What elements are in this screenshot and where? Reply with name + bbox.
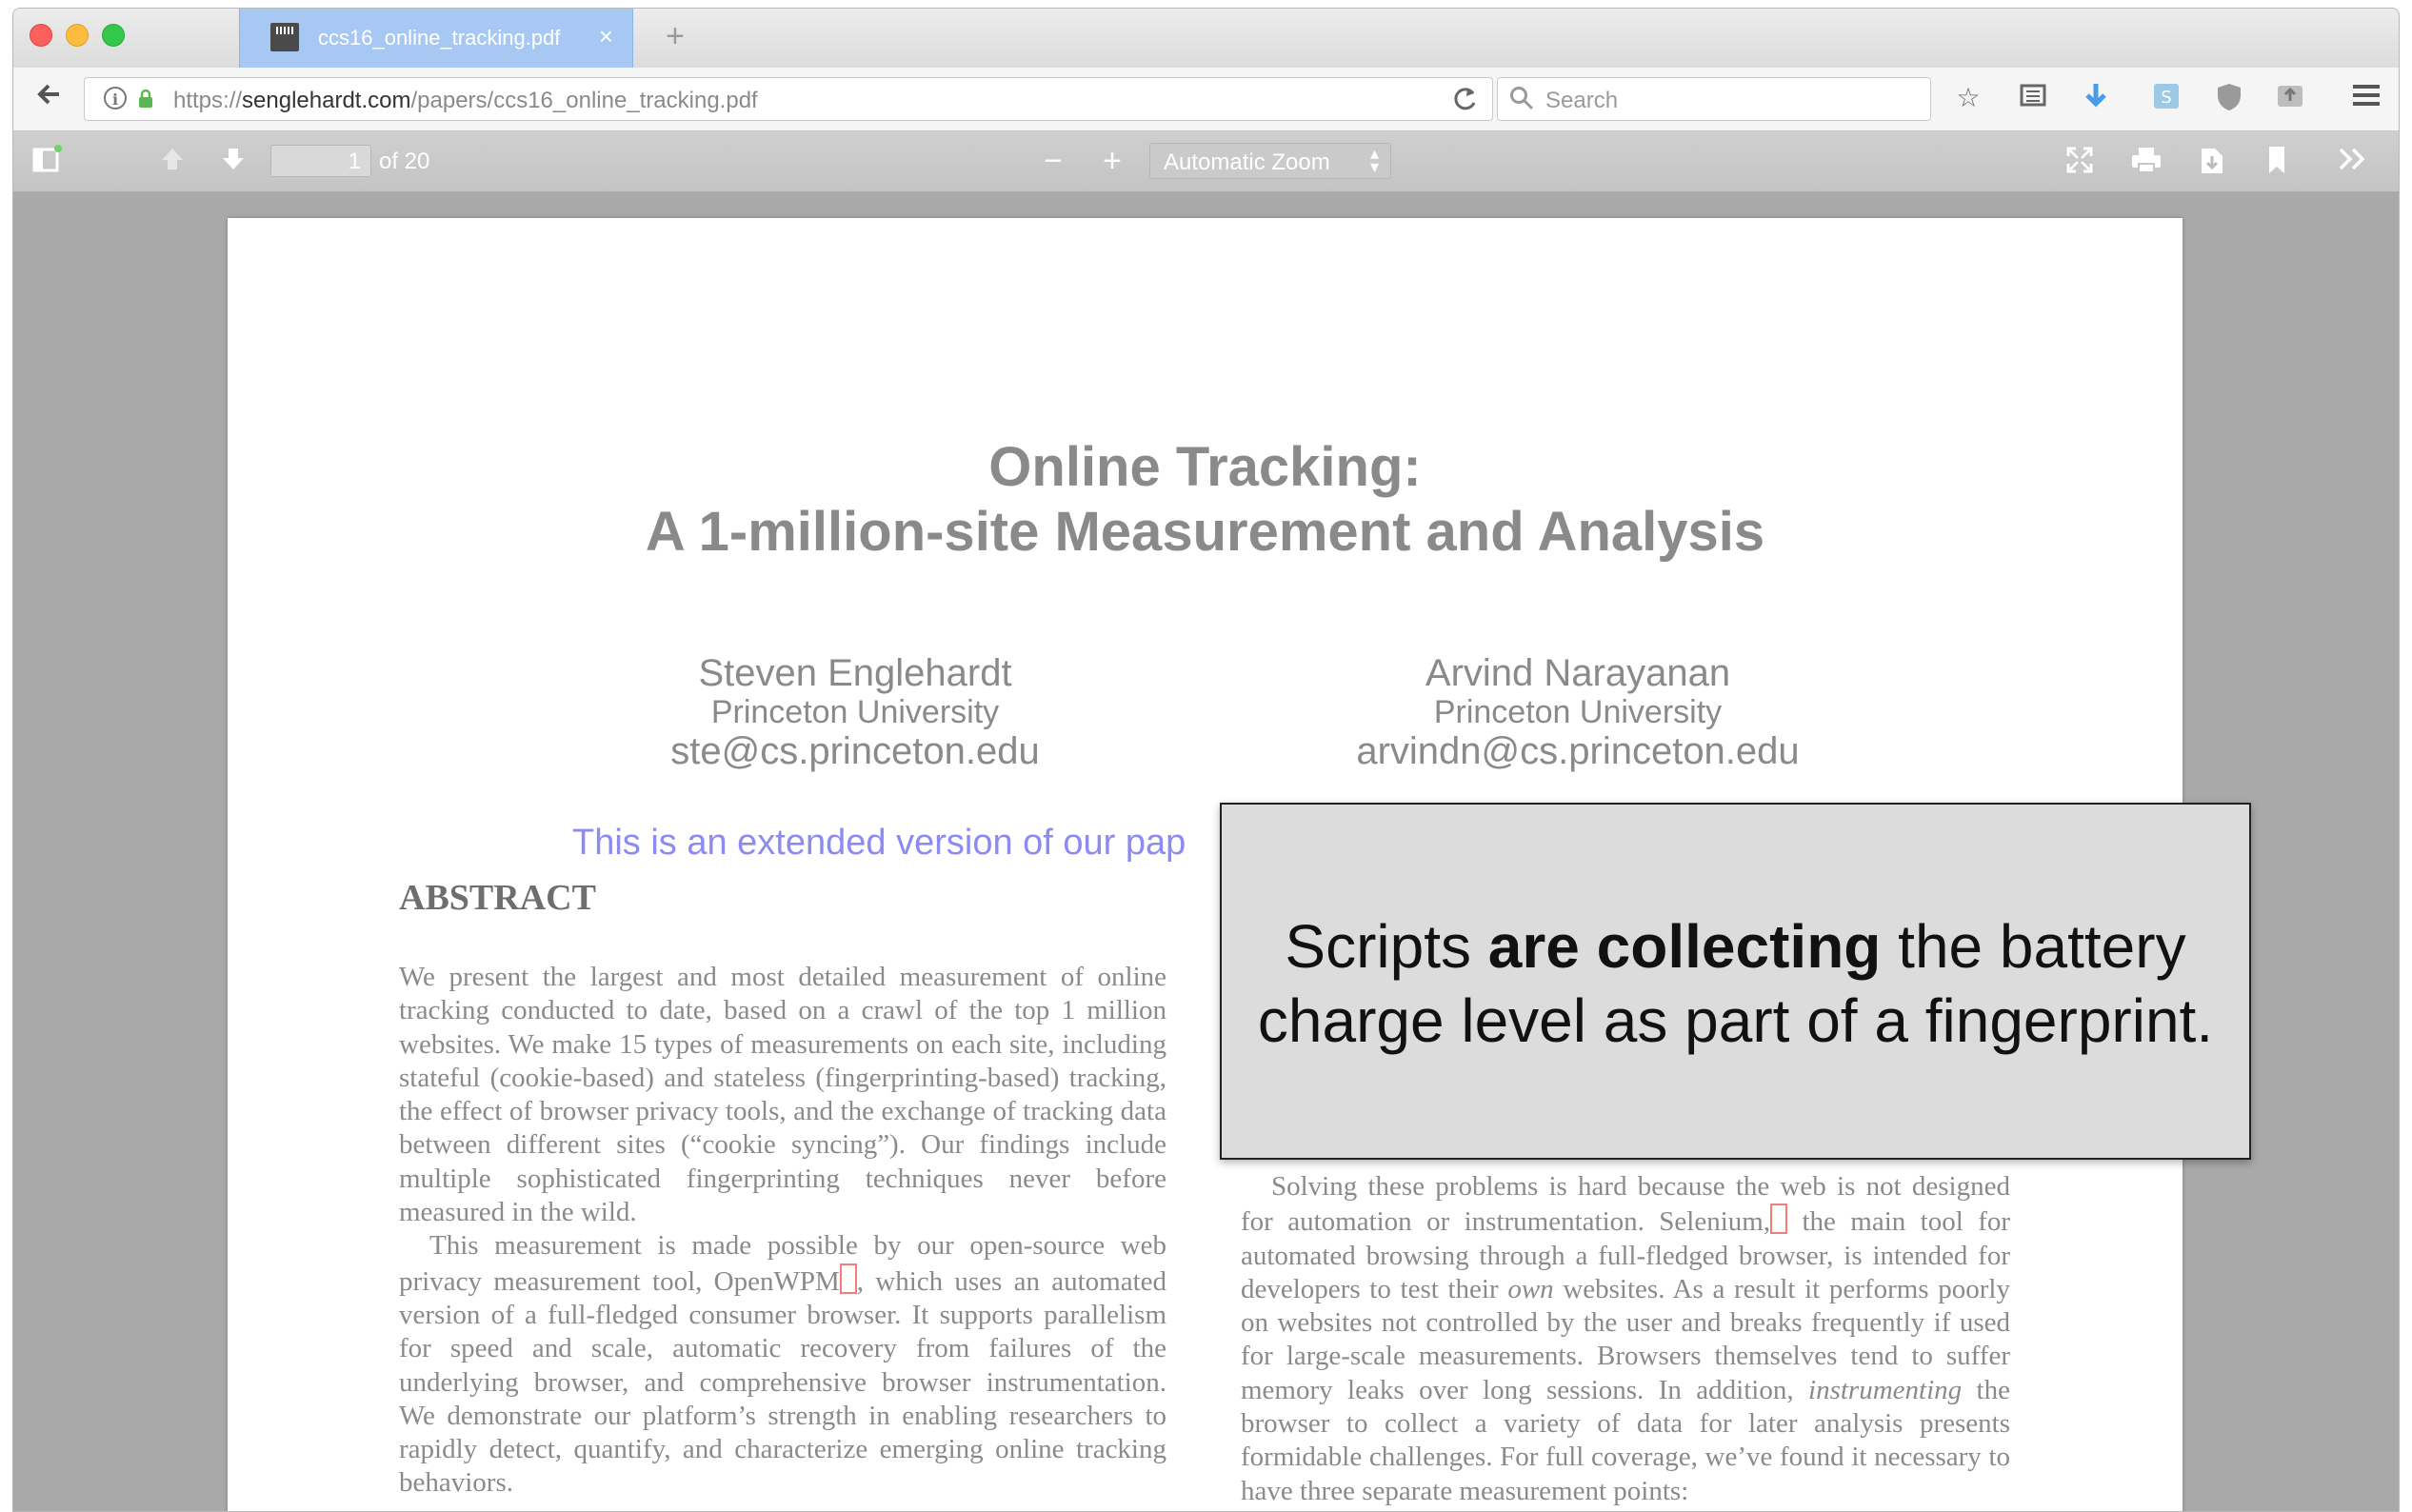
caption-text: Scripts are collecting the battery charg…: [1222, 909, 2249, 1058]
select-arrows-icon: ▴ ▾: [1369, 144, 1379, 176]
downloads-icon[interactable]: [2080, 82, 2112, 114]
reading-list-icon[interactable]: [2017, 82, 2049, 114]
right-col-emphasis-own: own: [1507, 1273, 1554, 1304]
info-icon[interactable]: i: [104, 87, 127, 109]
tab-bar: ccs16_online_tracking.pdf × +: [13, 9, 2399, 69]
zoom-in-button[interactable]: +: [1096, 145, 1128, 177]
abstract-p2-end: , which uses an automated version of a f…: [399, 1265, 1166, 1494]
url-host: senglehardt.com: [242, 88, 411, 113]
url-bar[interactable]: i https://senglehardt.com/papers/ccs16_o…: [84, 77, 1493, 121]
author-affiliation: Princeton University: [1433, 694, 1723, 730]
navigation-bar: i https://senglehardt.com/papers/ccs16_o…: [13, 68, 2399, 131]
new-tab-button[interactable]: +: [666, 18, 685, 55]
paper-title-line1: Online Tracking:: [988, 436, 1422, 498]
tab-title: ccs16_online_tracking.pdf: [318, 26, 561, 50]
extended-version-link[interactable]: This is an extended version of our pap: [572, 823, 1186, 864]
search-icon: [1510, 87, 1534, 110]
download-icon[interactable]: [2196, 145, 2228, 177]
bookmark-icon[interactable]: [2261, 145, 2293, 177]
extension-s-icon[interactable]: S: [2150, 82, 2183, 114]
ublock-shield-icon[interactable]: [2213, 82, 2245, 114]
back-button[interactable]: [30, 80, 67, 116]
tools-chevron-icon[interactable]: [2337, 145, 2369, 177]
abstract-heading: ABSTRACT: [399, 878, 596, 918]
author-1: Steven Englehardt Princeton University s…: [569, 652, 1141, 772]
footnote-link-1[interactable]: [839, 1263, 857, 1294]
zoom-out-button[interactable]: −: [1037, 145, 1069, 177]
right-column-text: Solving these problems is hard because t…: [1241, 1170, 2010, 1511]
tab-pdf[interactable]: ccs16_online_tracking.pdf ×: [239, 9, 633, 68]
svg-text:S: S: [2161, 88, 2171, 108]
reload-icon[interactable]: [1450, 84, 1479, 114]
caption-text-bold: are collecting: [1487, 912, 1882, 981]
search-bar[interactable]: Search: [1497, 77, 1931, 121]
extension-upload-icon[interactable]: [2274, 82, 2306, 114]
close-window-button[interactable]: [30, 24, 52, 47]
zoom-select-value: Automatic Zoom: [1164, 149, 1330, 175]
abstract-paragraph-1: We present the largest and most detailed…: [399, 962, 1166, 1228]
print-icon[interactable]: [2130, 145, 2163, 177]
url-path: /papers/ccs16_online_tracking.pdf: [410, 88, 758, 113]
page-number-input[interactable]: 1: [270, 145, 371, 177]
hamburger-menu-icon[interactable]: [2350, 82, 2382, 114]
presentation-mode-icon[interactable]: [2063, 145, 2096, 177]
pdf-file-icon: [270, 23, 299, 51]
tab-close-icon[interactable]: ×: [599, 22, 613, 51]
url-scheme: https://: [173, 88, 243, 113]
url-text[interactable]: https://senglehardt.com/papers/ccs16_onl…: [173, 88, 758, 114]
abstract-text: We present the largest and most detailed…: [399, 961, 1166, 1494]
next-page-icon[interactable]: [217, 145, 249, 177]
author-affiliation: Princeton University: [710, 694, 1000, 730]
paper-title-line2: A 1-million-site Measurement and Analysi…: [645, 501, 1765, 563]
zoom-select[interactable]: Automatic Zoom ▴ ▾: [1149, 143, 1391, 179]
pdf-toolbar: 1 of 20 − + Automatic Zoom ▴ ▾: [13, 131, 2399, 192]
right-col-emphasis-instrumenting: instrumenting: [1808, 1374, 1963, 1405]
author-name: Arvind Narayanan: [1425, 652, 1731, 694]
caption-overlay: Scripts are collecting the battery charg…: [1220, 803, 2251, 1160]
search-placeholder: Search: [1545, 88, 1619, 113]
author-2: Arvind Narayanan Princeton University ar…: [1292, 652, 1864, 772]
browser-window: ccs16_online_tracking.pdf × + i https://…: [12, 8, 2400, 1512]
maximize-window-button[interactable]: [102, 24, 125, 47]
back-arrow-icon: [37, 84, 59, 105]
abstract-paragraph-2: This measurement is made possible by our…: [399, 1229, 1166, 1494]
bookmark-star-icon[interactable]: ☆: [1952, 82, 1984, 114]
footnote-link-2[interactable]: [1770, 1204, 1788, 1235]
right-column-paragraph: Solving these problems is hard because t…: [1241, 1170, 2010, 1508]
author-email: arvindn@cs.princeton.edu: [1356, 730, 1800, 772]
author-name: Steven Englehardt: [698, 652, 1012, 694]
previous-page-icon[interactable]: [156, 145, 189, 177]
lock-icon: [139, 90, 152, 108]
author-email: ste@cs.princeton.edu: [670, 730, 1040, 772]
page-count: of 20: [379, 149, 430, 174]
caption-text-start: Scripts: [1285, 912, 1488, 981]
sidebar-toggle-icon[interactable]: [30, 145, 63, 177]
minimize-window-button[interactable]: [66, 24, 89, 47]
